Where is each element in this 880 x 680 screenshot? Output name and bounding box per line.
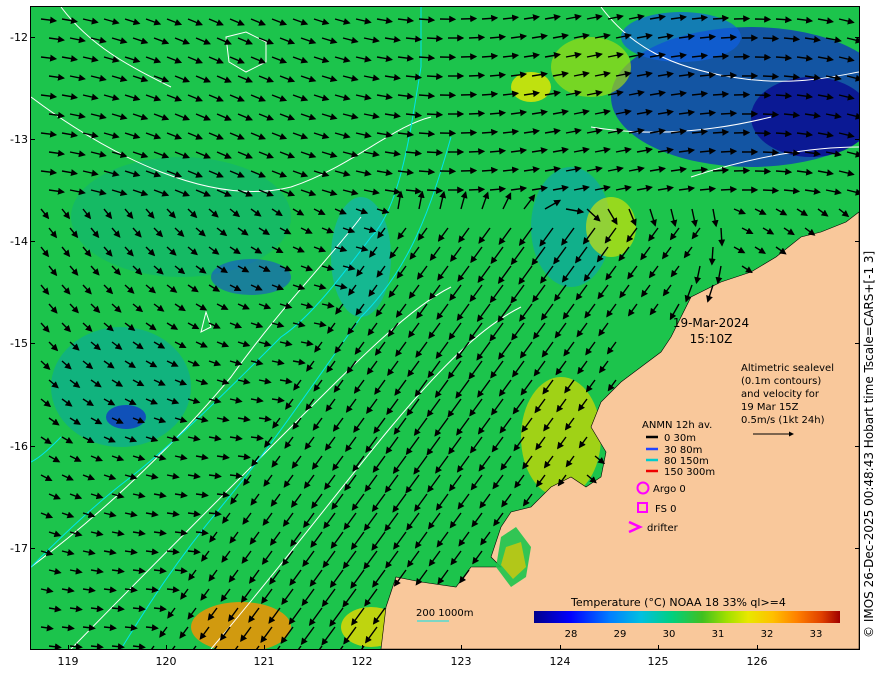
lon-tick (264, 645, 265, 650)
colorbar-tick: 32 (761, 629, 774, 640)
current-arrow (468, 148, 486, 156)
current-arrow (720, 186, 738, 193)
current-arrow (762, 34, 780, 42)
lat-tick (855, 343, 860, 344)
lat-label: -16 (10, 440, 28, 453)
colorbar (534, 611, 840, 623)
legend-depth-label: 80 150m (664, 456, 709, 467)
altimetry-line: (0.1m contours) (741, 376, 821, 387)
current-arrow (762, 110, 780, 118)
lat-label: -12 (10, 31, 28, 44)
current-arrow (468, 110, 486, 118)
colorbar-title: Temperature (°C) NOAA 18 33% ql>=4 (570, 596, 786, 609)
lon-label: 120 (155, 655, 177, 668)
current-arrow (712, 14, 730, 22)
lat-tick (30, 241, 35, 242)
current-arrow (762, 186, 780, 194)
current-arrow (762, 72, 780, 80)
lon-label: 126 (746, 655, 768, 668)
current-arrow (712, 90, 730, 98)
current-arrow (468, 72, 486, 80)
lon-tick (560, 645, 561, 650)
lat-tick (855, 139, 860, 140)
lon-label: 119 (57, 655, 79, 668)
map-panel[interactable]: 19-Mar-2024 15:10Z Altimetric sealevel (… (30, 6, 860, 650)
current-arrow (712, 128, 730, 136)
colorbar-tick: 30 (663, 629, 676, 640)
current-arrow (426, 111, 444, 118)
legend-depth-label: 30 80m (664, 445, 702, 456)
lon-tick (757, 645, 758, 650)
current-arrow (468, 186, 486, 194)
lat-tick (855, 548, 860, 549)
legend-depth-label: 0 30m (664, 433, 696, 444)
drifter-label: drifter (647, 523, 679, 534)
current-arrow (720, 148, 738, 155)
lon-tick (68, 645, 69, 650)
colorbar-tick: 31 (712, 629, 725, 640)
lat-label: -15 (10, 337, 28, 350)
lat-tick (855, 241, 860, 242)
lat-label: -13 (10, 133, 28, 146)
lon-tick (362, 645, 363, 650)
lon-label: 122 (351, 655, 373, 668)
current-arrow (468, 34, 486, 42)
lon-tick (461, 645, 462, 650)
lat-tick (30, 37, 35, 38)
legend-title: ANMN 12h av. (642, 420, 712, 431)
current-arrow (762, 148, 780, 156)
lat-tick (30, 446, 35, 447)
lat-tick (30, 343, 35, 344)
legend-depth-label: 150 300m (664, 467, 715, 478)
current-arrow (720, 110, 738, 117)
lon-label: 125 (647, 655, 669, 668)
current-arrow (426, 187, 444, 194)
map-date: 19-Mar-2024 (673, 316, 749, 330)
lon-label: 123 (450, 655, 472, 668)
bathy-label: 200 1000m (416, 608, 473, 619)
altimetry-line: 0.5m/s (1kt 24h) (741, 415, 825, 426)
lat-tick (30, 139, 35, 140)
colorbar-tick: 28 (565, 629, 578, 640)
map-time: 15:10Z (690, 332, 733, 346)
colorbar-tick: 33 (810, 629, 823, 640)
argo-label: Argo 0 (653, 484, 686, 495)
fs-label: FS 0 (655, 504, 676, 515)
lat-tick (855, 37, 860, 38)
altimetry-line: Altimetric sealevel (741, 363, 834, 374)
sst-map[interactable]: 19-Mar-2024 15:10Z Altimetric sealevel (… (31, 7, 859, 649)
current-arrow (712, 52, 730, 60)
lat-tick (30, 548, 35, 549)
current-arrow (712, 166, 730, 174)
colorbar-tick: 29 (614, 629, 627, 640)
credit-text: © IMOS 26-Dec-2025 00:48:43 Hobart time … (862, 250, 876, 638)
lon-tick (658, 645, 659, 650)
current-arrow (720, 34, 738, 41)
altimetry-line: and velocity for (741, 389, 820, 400)
lat-label: -17 (10, 542, 28, 555)
current-arrow (426, 73, 444, 80)
altimetry-line: 19 Mar 15Z (741, 402, 799, 413)
current-arrow (426, 149, 444, 156)
lon-tick (166, 645, 167, 650)
lat-tick (855, 446, 860, 447)
lon-label: 121 (253, 655, 275, 668)
lon-label: 124 (549, 655, 571, 668)
current-arrow (426, 35, 444, 42)
lat-label: -14 (10, 235, 28, 248)
current-arrow (718, 227, 726, 247)
current-arrow (720, 72, 738, 79)
